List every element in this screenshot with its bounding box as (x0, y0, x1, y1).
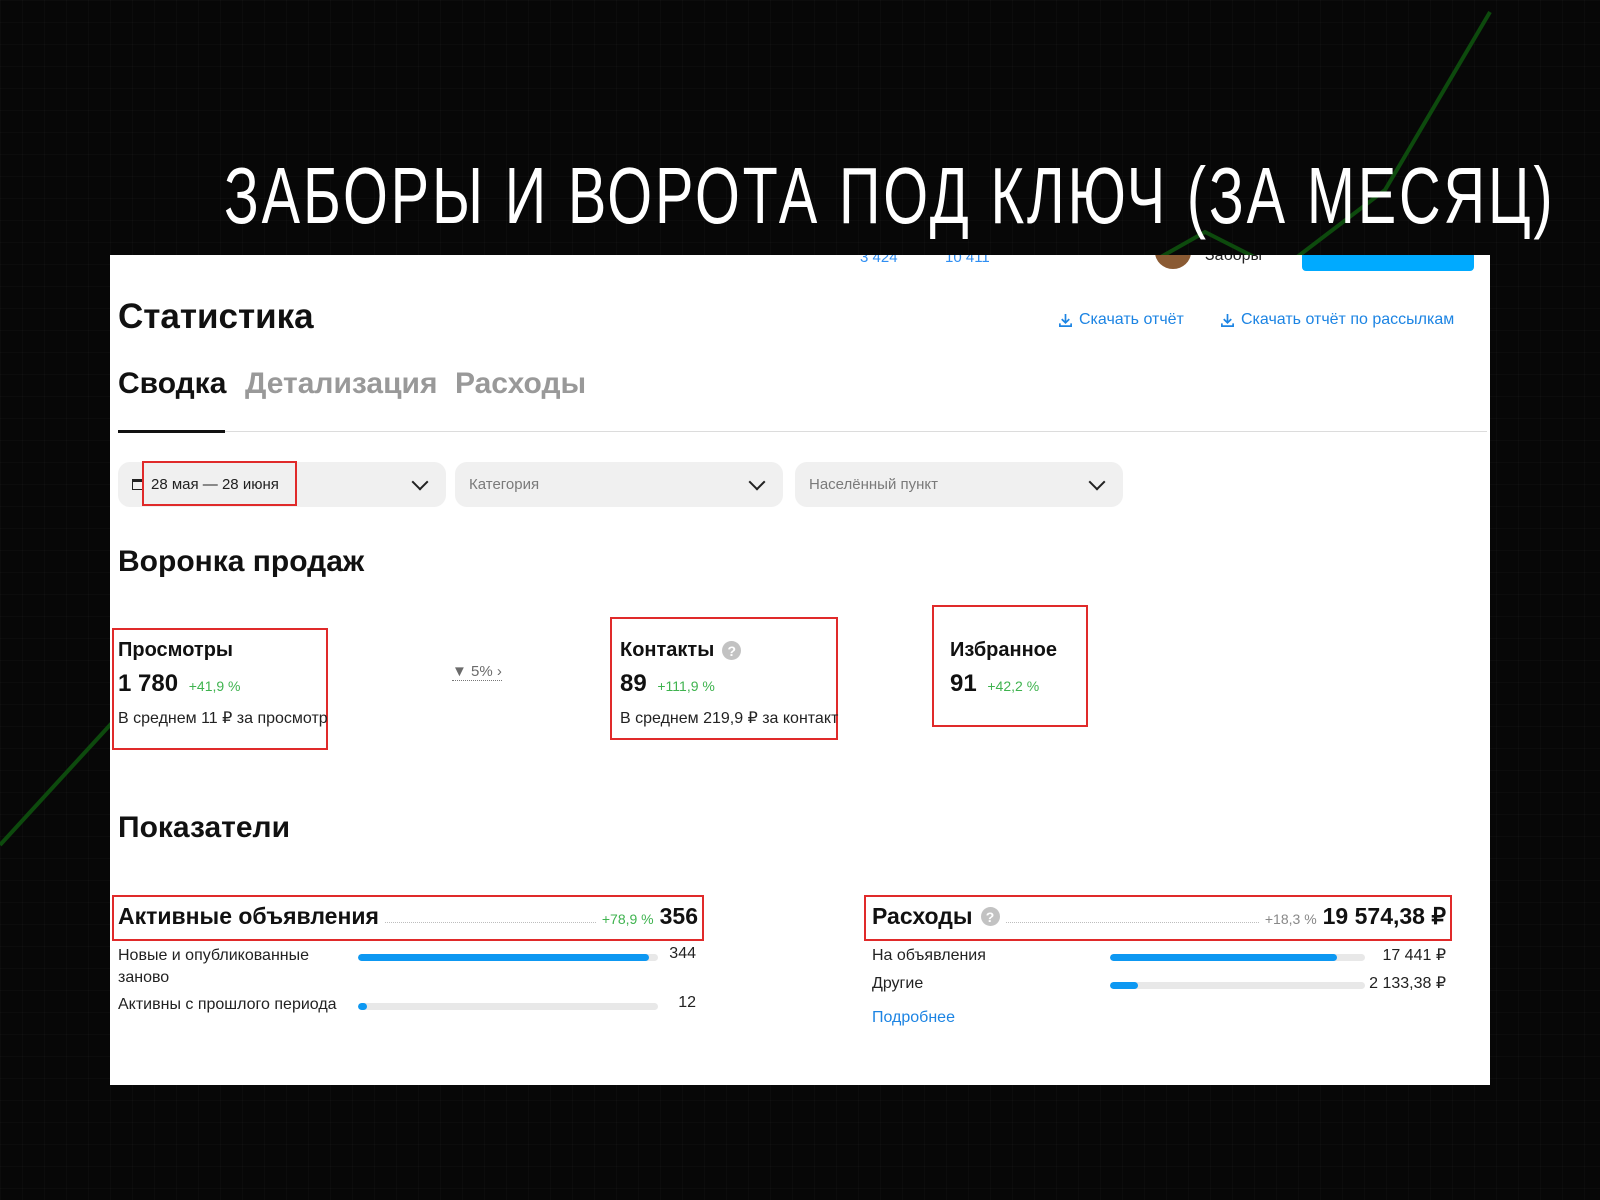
header-counter-2[interactable]: 10 411 (945, 255, 990, 266)
views-delta: +41,9 % (188, 678, 241, 694)
filter-icon: ▼ (452, 663, 467, 680)
expenses-label: Расходы ? (872, 903, 1000, 930)
active-ads-total: 356 (659, 903, 698, 929)
contacts-label: Контакты ? (620, 639, 742, 662)
dotted-leader (1005, 922, 1259, 923)
tab-active-indicator (118, 430, 225, 433)
contacts-value: 89 (620, 670, 647, 697)
category-placeholder: Категория (469, 476, 540, 493)
funnel-conversion[interactable]: ▼ 5% › (452, 663, 502, 681)
active-ads-row-prev-value: 12 (678, 994, 696, 1011)
help-icon[interactable]: ? (980, 907, 1000, 926)
bar-fill (358, 954, 649, 961)
chevron-down-icon (411, 473, 429, 491)
contacts-average: В среднем 219,9 ₽ за контакт (620, 710, 839, 727)
location-select[interactable]: Населённый пункт (795, 462, 1123, 507)
views-value: 1 780 (118, 670, 179, 697)
active-ads-row-new-label: Новые и опубликованные заново (118, 947, 310, 986)
chevron-right-icon: › (496, 663, 502, 680)
expenses-label-text: Расходы (872, 903, 973, 929)
help-icon[interactable]: ? (722, 641, 742, 660)
download-icon (1059, 313, 1072, 327)
contacts-delta: +111,9 % (657, 678, 715, 694)
download-report-link[interactable]: Скачать отчёт (1058, 311, 1184, 329)
favorites-label-text: Избранное (950, 639, 1058, 661)
active-ads-header: Активные объявления +78,9 % 356 (118, 903, 698, 930)
expenses-row-other-label: Другие (872, 975, 924, 992)
expenses-total: 19 574,38 ₽ (1322, 903, 1446, 929)
tab-divider (118, 431, 1487, 432)
category-select[interactable]: Категория (455, 462, 783, 507)
chevron-down-icon (748, 473, 766, 491)
expenses-row-other-bar (1110, 982, 1365, 989)
tab-expenses[interactable]: Расходы (455, 367, 586, 401)
expenses-header: Расходы ? +18,3 % 19 574,38 ₽ (872, 903, 1446, 930)
views-average: В среднем 11 ₽ за просмотр (118, 710, 328, 727)
page-title: Статистика (118, 297, 314, 336)
highlight-box-favorites (932, 605, 1088, 727)
views-label: Просмотры (118, 639, 233, 662)
active-ads-label: Активные объявления (118, 903, 379, 929)
avatar[interactable] (1155, 255, 1191, 269)
slide-title: ЗАБОРЫ И ВОРОТА ПОД КЛЮЧ (ЗА МЕСЯЦ) (224, 151, 1556, 240)
top-bar-strip: 3 424 10 411 Заборы (110, 255, 1490, 273)
chevron-down-icon (1088, 473, 1106, 491)
expenses-delta: +18,3 % (1264, 911, 1317, 927)
download-mailing-report-link[interactable]: Скачать отчёт по рассылкам (1220, 311, 1454, 329)
favorites-delta: +42,2 % (987, 678, 1040, 694)
tab-details[interactable]: Детализация (245, 367, 438, 401)
active-ads-row-new-value: 344 (669, 945, 696, 962)
user-name[interactable]: Заборы (1205, 255, 1262, 265)
bar-fill (358, 1003, 367, 1010)
active-ads-row-prev-bar (358, 1003, 658, 1010)
active-ads-delta: +78,9 % (601, 911, 654, 927)
favorites-value: 91 (950, 670, 977, 697)
expenses-more-link[interactable]: Подробнее (872, 1009, 955, 1027)
bar-fill (1110, 954, 1337, 961)
expenses-row-other-value: 2 133,38 ₽ (1369, 975, 1446, 992)
active-ads-row-prev-label: Активны с прошлого периода (118, 996, 337, 1013)
active-ads-row-new-bar (358, 954, 658, 961)
expenses-row-ads-value: 17 441 ₽ (1382, 947, 1446, 964)
views-label-text: Просмотры (118, 639, 234, 661)
views-value-row: 1 780 +41,9 % (118, 670, 241, 698)
highlight-box-date (142, 461, 297, 506)
funnel-heading: Воронка продаж (118, 545, 365, 578)
indicators-heading: Показатели (118, 811, 291, 844)
contacts-label-text: Контакты (620, 639, 715, 661)
download-report-label: Скачать отчёт (1079, 311, 1184, 328)
bar-fill (1110, 982, 1139, 989)
expenses-row-ads-bar (1110, 954, 1365, 961)
location-placeholder: Населённый пункт (809, 476, 939, 493)
header-counter-1[interactable]: 3 424 (860, 255, 898, 266)
tab-summary[interactable]: Сводка (118, 367, 226, 401)
dotted-leader (384, 922, 596, 923)
funnel-conversion-value: 5% (471, 663, 493, 680)
download-icon (1221, 313, 1234, 327)
favorites-label: Избранное (950, 639, 1057, 662)
post-ad-button[interactable] (1302, 255, 1474, 271)
expenses-row-ads-label: На объявления (872, 947, 986, 964)
download-mailing-report-label: Скачать отчёт по рассылкам (1241, 311, 1455, 328)
favorites-value-row: 91 +42,2 % (950, 670, 1039, 698)
contacts-value-row: 89 +111,9 % (620, 670, 715, 698)
statistics-screenshot: 3 424 10 411 Заборы Статистика Скачать о… (110, 255, 1490, 1085)
